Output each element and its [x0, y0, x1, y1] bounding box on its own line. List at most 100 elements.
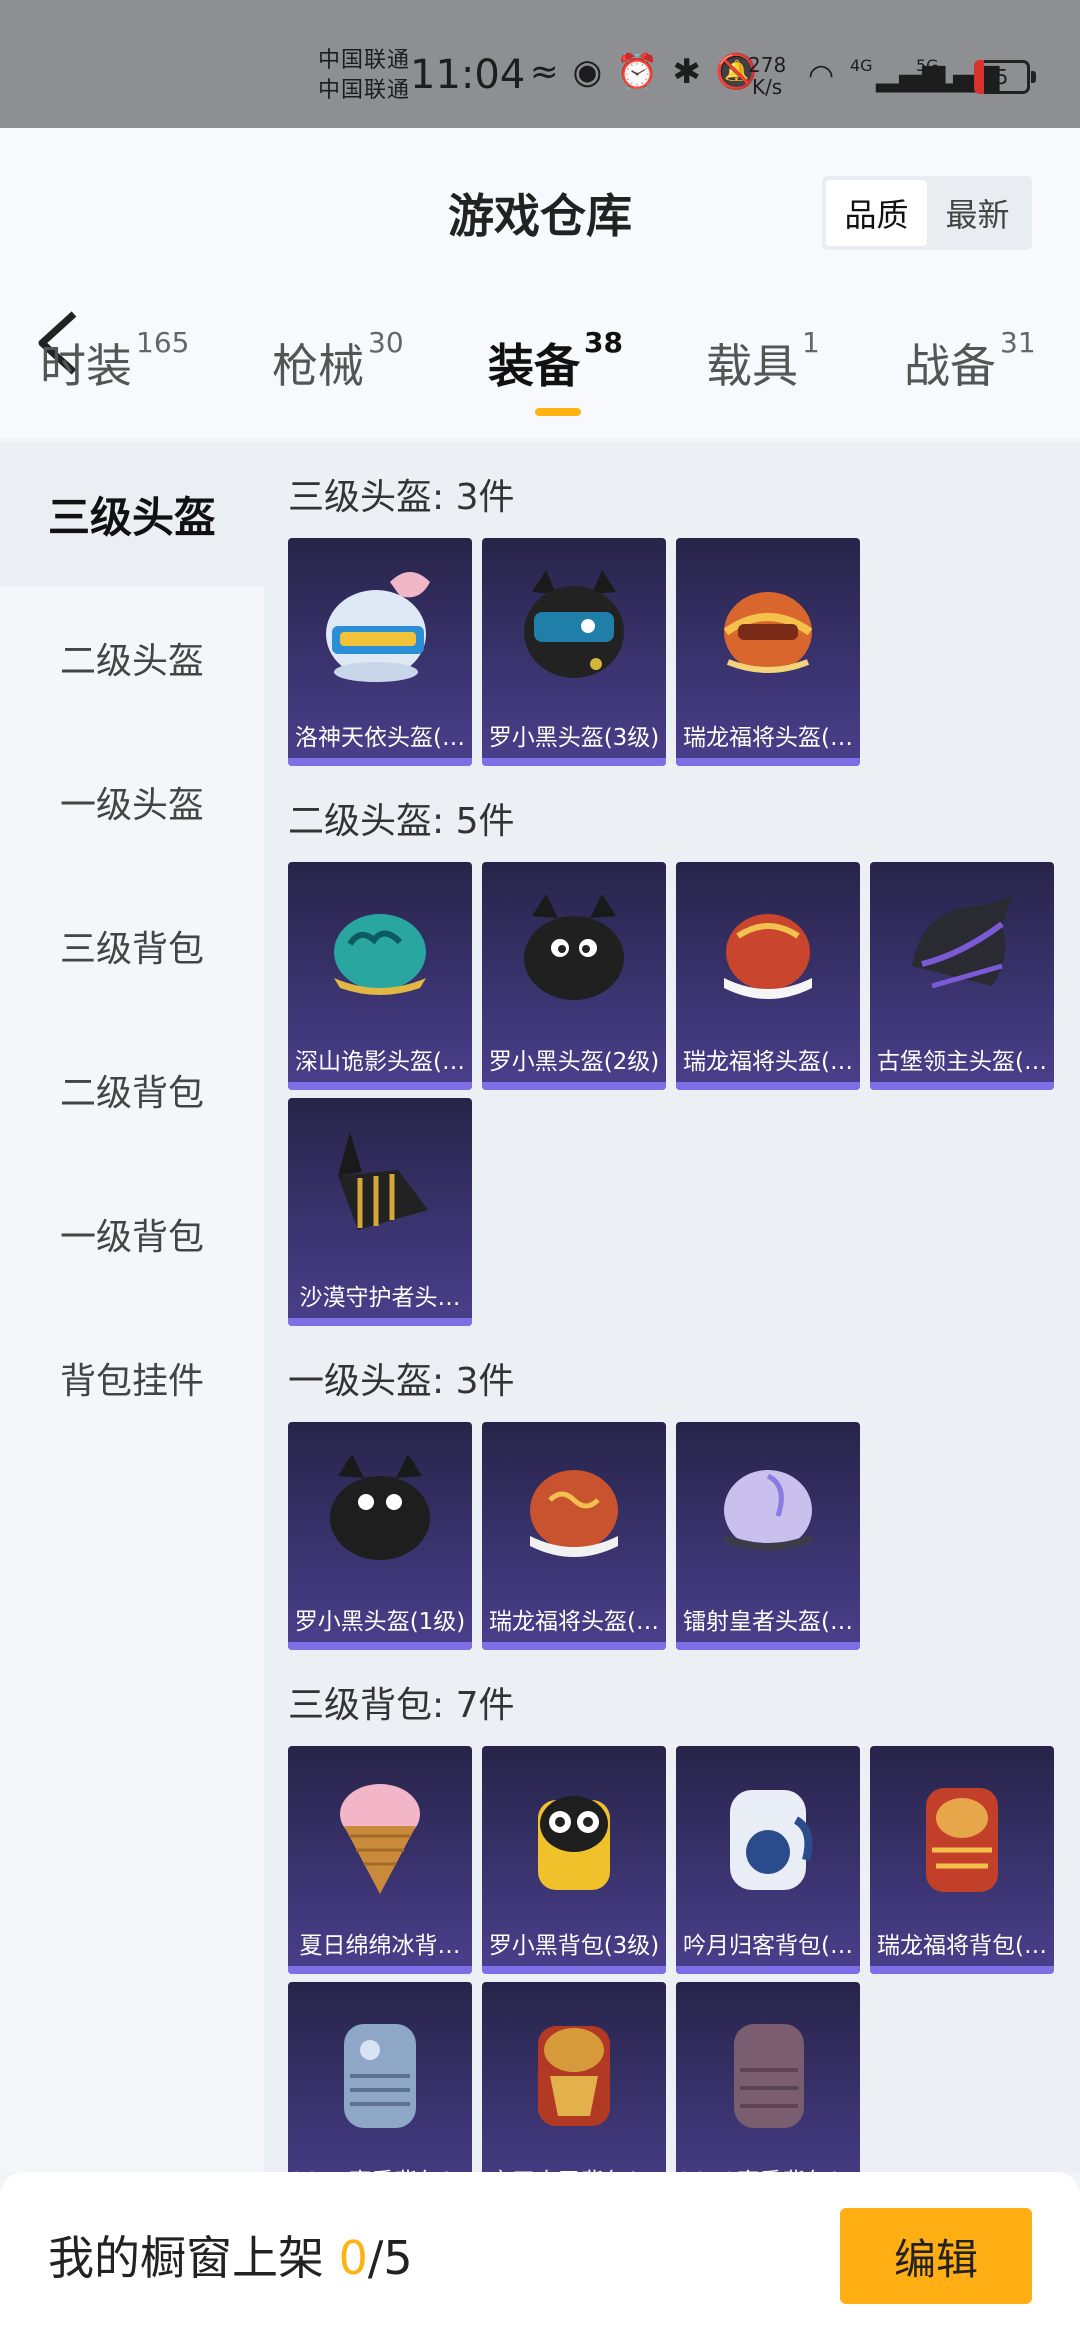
tab-label: 战备 — [904, 339, 996, 393]
item-name: 瑞龙福将头盔(… — [683, 725, 853, 751]
speed-unit: K/s — [751, 75, 783, 99]
tab-count: 165 — [136, 326, 190, 359]
tab-count: 31 — [1000, 326, 1036, 359]
backpack-icon — [344, 2024, 416, 2128]
sidebar-item-level1-helmet[interactable]: 一级头盔 — [0, 730, 264, 874]
item-card[interactable]: 2011赛季背包(… — [288, 1982, 472, 2172]
helmet-icon — [723, 592, 813, 673]
tab-equipment[interactable]: 装备 38 — [488, 326, 623, 396]
showcase-max-count: /5 — [367, 2231, 413, 2285]
battery-icon: 5 — [974, 60, 1036, 94]
sidebar-item-backpack-charm[interactable]: 背包挂件 — [0, 1306, 264, 1450]
hd-icon: ≈ — [530, 52, 559, 92]
item-name: 罗小黑背包(3级) — [488, 1933, 660, 1959]
carrier-info: 中国联通 中国联通 — [318, 46, 410, 106]
network-speed: 278 K/s — [748, 54, 786, 98]
item-card[interactable]: 瑞龙福将头盔(… — [482, 1422, 666, 1650]
item-name: 齐天大圣背包(… — [482, 2162, 666, 2172]
item-name: 沙漠守护者头… — [299, 1285, 461, 1311]
sort-option-latest[interactable]: 最新 — [927, 180, 1028, 246]
backpack-icon — [538, 2026, 610, 2126]
tab-label: 枪械 — [272, 339, 364, 393]
item-card[interactable]: 镭射皇者头盔(… — [676, 1422, 860, 1650]
alarm-icon: ⏰ — [616, 52, 659, 92]
speed-value: 278 — [748, 53, 787, 77]
item-card[interactable]: 齐天大圣背包(… — [482, 1982, 666, 2172]
helmet-icon — [326, 572, 430, 682]
sidebar-item-level2-backpack[interactable]: 二级背包 — [0, 1018, 264, 1162]
item-name: 罗小黑头盔(2级) — [488, 1049, 660, 1075]
backpack-icon — [734, 2024, 804, 2128]
item-card[interactable]: 洛神天依头盔(… — [288, 538, 472, 766]
item-card[interactable]: 瑞龙福将头盔(… — [676, 538, 860, 766]
item-name: 瑞龙福将头盔(… — [683, 1049, 853, 1075]
item-name: 古堡领主头盔(… — [877, 1049, 1047, 1075]
item-name: 2011赛季背包(… — [288, 2162, 472, 2172]
tab-count: 1 — [802, 326, 820, 359]
backpack-icon — [340, 1784, 420, 1894]
sort-option-quality[interactable]: 品质 — [826, 180, 927, 246]
helmet-icon — [524, 570, 624, 678]
item-name: 洛神天依头盔(… — [295, 725, 465, 751]
showcase-status: 我的橱窗上架 0/5 — [48, 2222, 413, 2288]
item-card[interactable]: 瑞龙福将头盔(… — [676, 862, 860, 1090]
sidebar-item-level1-backpack[interactable]: 一级背包 — [0, 1162, 264, 1306]
tab-fashion[interactable]: 时装 165 — [40, 326, 189, 396]
helmet-icon — [334, 914, 426, 995]
item-name: 吟月归客背包(… — [683, 1933, 853, 1959]
sidebar-item-level3-helmet[interactable]: 三级头盔 — [0, 442, 264, 586]
item-card[interactable]: 吟月归客背包(… — [676, 1746, 860, 1974]
item-card[interactable]: 深山诡影头盔(… — [288, 862, 472, 1090]
item-name: 瑞龙福将背包(… — [877, 1933, 1047, 1959]
carrier-1: 中国联通 — [318, 48, 411, 73]
item-card[interactable]: 古堡领主头盔(… — [870, 862, 1054, 1090]
network-type-1: 4G — [850, 56, 873, 75]
section-title: 二级头盔: 5件 — [288, 801, 515, 842]
item-name: 深山诡影头盔(… — [295, 1049, 465, 1075]
sidebar-item-level2-helmet[interactable]: 二级头盔 — [0, 586, 264, 730]
carrier-2: 中国联通 — [318, 78, 411, 103]
battery-level: 5 — [995, 65, 1009, 89]
item-name: 罗小黑头盔(1级) — [294, 1609, 466, 1635]
backpack-icon — [538, 1796, 610, 1890]
clock: 11:04 — [410, 52, 526, 98]
tab-count: 38 — [584, 326, 623, 359]
helmet-icon — [724, 914, 812, 999]
active-tab-indicator — [535, 408, 581, 416]
tab-label: 载具 — [706, 339, 798, 393]
tab-label: 装备 — [488, 339, 580, 393]
eye-icon: ◉ — [572, 52, 603, 92]
showcase-label: 我的橱窗上架 — [48, 2231, 324, 2285]
item-card[interactable]: 罗小黑头盔(3级) — [482, 538, 666, 766]
item-card[interactable]: 罗小黑头盔(2级) — [482, 862, 666, 1090]
helmet-icon — [524, 894, 624, 1000]
item-name: 2019赛季背包(… — [676, 2162, 860, 2172]
status-icons: ≈ ◉ ⏰ ✱ 🔕 — [530, 52, 757, 92]
sidebar-item-level3-backpack[interactable]: 三级背包 — [0, 874, 264, 1018]
wifi-icon: ◠ — [808, 58, 835, 93]
item-card[interactable]: 沙漠守护者头… — [288, 1098, 472, 1326]
tab-supplies[interactable]: 战备 31 — [904, 326, 1036, 396]
tab-weapons[interactable]: 枪械 30 — [272, 326, 404, 396]
backpack-icon — [926, 1788, 998, 1892]
item-name: 夏日绵绵冰背… — [299, 1933, 461, 1959]
item-name: 瑞龙福将头盔(… — [489, 1609, 659, 1635]
showcase-current-count: 0 — [338, 2231, 368, 2285]
edit-button[interactable]: 编辑 — [840, 2208, 1032, 2304]
item-card[interactable]: 罗小黑背包(3级) — [482, 1746, 666, 1974]
tab-vehicles[interactable]: 载具 1 — [706, 326, 820, 396]
item-card[interactable]: 罗小黑头盔(1级) — [288, 1422, 472, 1650]
item-name: 罗小黑头盔(3级) — [488, 725, 660, 751]
section-title: 一级头盔: 3件 — [288, 1361, 515, 1402]
sort-toggle[interactable]: 品质 最新 — [822, 176, 1032, 250]
item-card[interactable]: 夏日绵绵冰背… — [288, 1746, 472, 1974]
helmet-icon — [912, 896, 1012, 989]
section-title: 三级背包: 7件 — [288, 1685, 515, 1726]
tab-label: 时装 — [40, 339, 132, 393]
sidebar: 三级头盔 二级头盔 一级头盔 三级背包 二级背包 一级背包 背包挂件 — [0, 442, 264, 2172]
item-card[interactable]: 瑞龙福将背包(… — [870, 1746, 1054, 1974]
helmet-icon — [722, 1470, 814, 1551]
item-name: 镭射皇者头盔(… — [683, 1609, 853, 1635]
item-card[interactable]: 2019赛季背包(… — [676, 1982, 860, 2172]
helmet-icon — [330, 1454, 430, 1560]
